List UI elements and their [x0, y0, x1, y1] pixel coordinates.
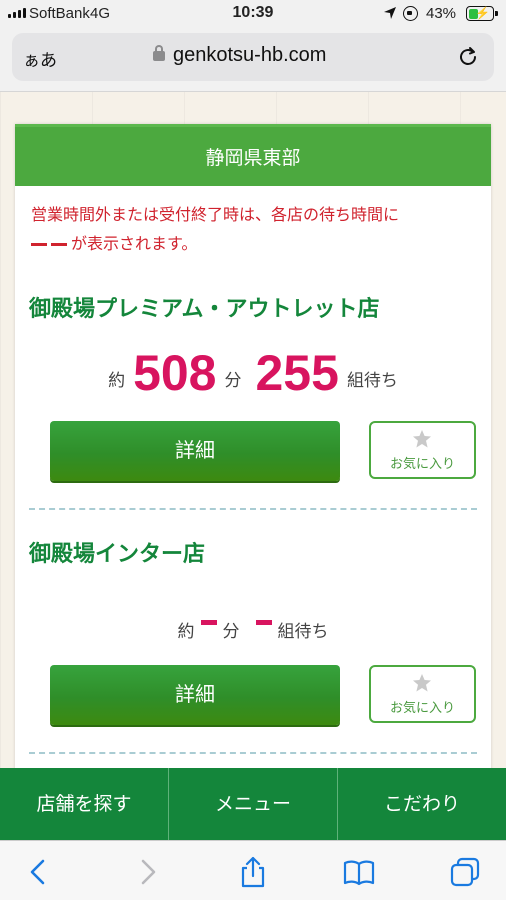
detail-button[interactable]: 詳細	[50, 665, 340, 725]
minutes-unit: 分	[224, 371, 242, 391]
battery-cap	[495, 11, 498, 16]
favorite-button[interactable]: お気に入り	[369, 421, 476, 479]
favorite-button[interactable]: お気に入り	[369, 665, 476, 723]
location-arrow-icon	[384, 7, 396, 19]
back-icon[interactable]	[22, 855, 56, 889]
nav-find-store[interactable]: 店舗を探す	[0, 768, 168, 840]
store-name: 御殿場インター店	[29, 542, 206, 567]
status-bar: SoftBank 4G 10:39 43% ⚡	[0, 0, 506, 28]
detail-button[interactable]: 詳細	[50, 421, 340, 481]
about-label: 約	[177, 622, 195, 642]
notice-dash-mark	[51, 243, 67, 246]
nav-commitment[interactable]: こだわり	[337, 768, 506, 840]
store-divider	[29, 508, 477, 510]
wait-time-display: 約 分 組待ち	[15, 617, 491, 642]
store-name: 御殿場プレミアム・アウトレット店	[29, 297, 380, 322]
url-text[interactable]: genkotsu-hb.com	[173, 44, 326, 67]
wait-groups: 255	[255, 345, 339, 401]
battery-percent: 43%	[426, 5, 457, 22]
region-title: 静岡県東部	[15, 124, 491, 186]
browser-address-area: ぁあ genkotsu-hb.com	[0, 28, 506, 92]
tabs-icon[interactable]	[448, 855, 482, 889]
bottom-navigation: 店舗を探す メニュー こだわり	[0, 768, 506, 840]
favorite-label: お気に入り	[389, 457, 455, 472]
rotation-lock-icon	[403, 6, 418, 21]
nav-menu[interactable]: メニュー	[168, 768, 337, 840]
bookmarks-icon[interactable]	[342, 855, 376, 889]
wait-minutes: 508	[133, 345, 217, 401]
groups-unit: 組待ち	[346, 371, 398, 391]
notice-text-line2: が表示されます。	[71, 234, 198, 253]
minutes-unavailable-dash	[200, 620, 217, 625]
region-card: 静岡県東部 営業時間外または受付終了時は、各店の待ち時間に が表示されます。 御…	[15, 124, 491, 784]
lock-icon	[153, 45, 165, 61]
share-icon[interactable]	[236, 855, 270, 889]
groups-unit: 組待ち	[277, 622, 329, 642]
groups-unavailable-dash	[255, 620, 272, 625]
notice-text-line1: 営業時間外または受付終了時は、各店の待ち時間に	[31, 205, 400, 224]
minutes-unit: 分	[222, 622, 240, 642]
store-divider	[29, 752, 477, 754]
wait-time-display: 約 508 分 255 組待ち	[15, 344, 491, 402]
notice-dash-mark	[31, 243, 47, 246]
favorite-label: お気に入り	[389, 701, 455, 716]
reader-options-button[interactable]: ぁあ	[23, 46, 57, 71]
reload-icon[interactable]	[456, 45, 480, 69]
battery-icon: ⚡	[466, 6, 494, 21]
about-label: 約	[108, 371, 126, 391]
browser-toolbar	[0, 840, 506, 900]
star-icon	[413, 674, 431, 692]
address-bar[interactable]: ぁあ genkotsu-hb.com	[12, 33, 494, 81]
wait-time-notice: 営業時間外または受付終了時は、各店の待ち時間に が表示されます。	[31, 200, 481, 258]
forward-icon[interactable]	[130, 855, 164, 889]
star-icon	[413, 430, 431, 448]
